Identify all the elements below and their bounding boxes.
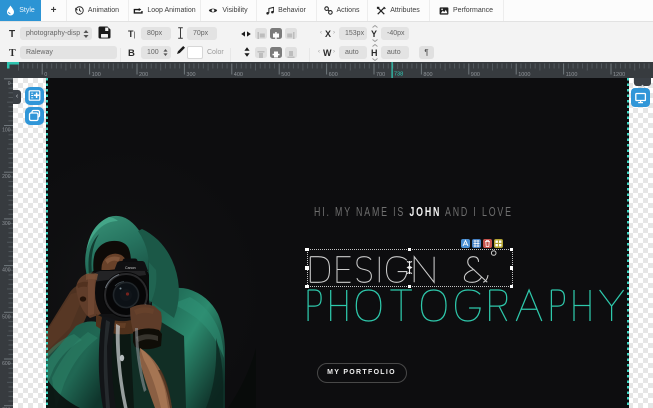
svg-text:300: 300 <box>2 221 11 227</box>
svg-text:1100: 1100 <box>566 72 578 78</box>
svg-text:0: 0 <box>44 72 47 78</box>
svg-text:600: 600 <box>2 361 11 367</box>
svg-text:100: 100 <box>92 72 101 78</box>
svg-text:500: 500 <box>2 314 11 320</box>
svg-text:500: 500 <box>281 72 290 78</box>
svg-text:900: 900 <box>471 72 480 78</box>
svg-text:400: 400 <box>234 72 243 78</box>
svg-text:200: 200 <box>2 174 11 180</box>
svg-text:738: 738 <box>394 72 403 78</box>
svg-text:1200: 1200 <box>613 72 625 78</box>
svg-text:0: 0 <box>8 81 11 87</box>
svg-text:700: 700 <box>376 72 385 78</box>
svg-text:100: 100 <box>2 128 11 134</box>
svg-text:1000: 1000 <box>518 72 530 78</box>
svg-text:200: 200 <box>139 72 148 78</box>
svg-text:400: 400 <box>2 268 11 274</box>
svg-text:600: 600 <box>329 72 338 78</box>
svg-text:800: 800 <box>423 72 432 78</box>
svg-text:300: 300 <box>186 72 195 78</box>
